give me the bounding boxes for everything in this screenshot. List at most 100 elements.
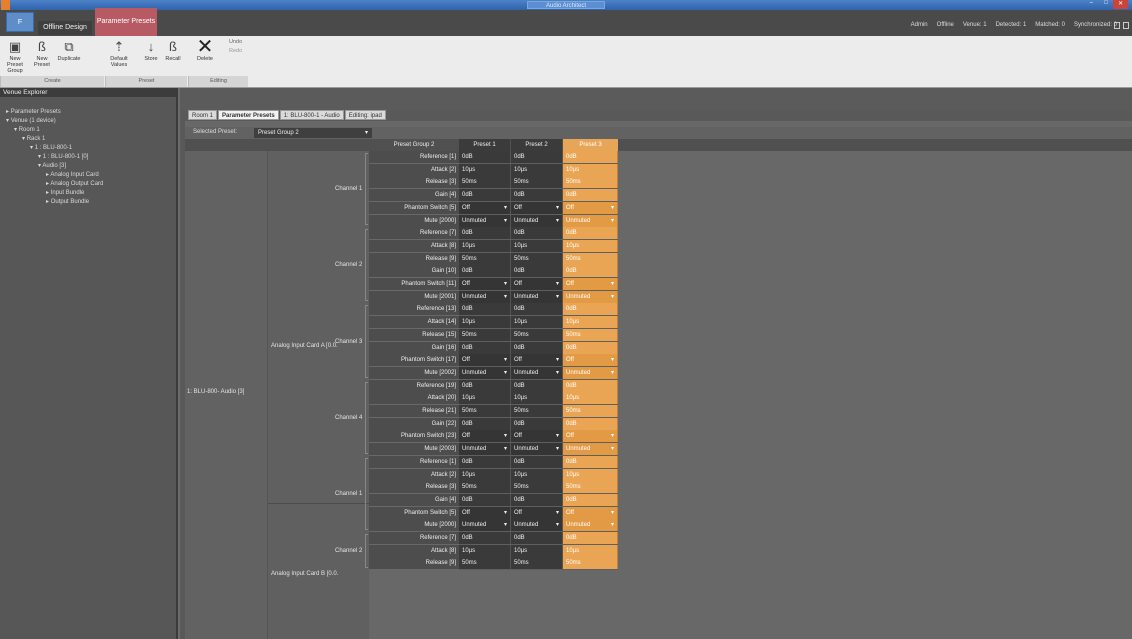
value-field[interactable]: 0dB bbox=[511, 417, 563, 430]
value-field[interactable]: 0dB bbox=[459, 455, 511, 468]
value-field[interactable]: 50ms bbox=[563, 481, 618, 494]
value-field[interactable]: 10µs bbox=[459, 468, 511, 481]
value-field[interactable]: 10µs bbox=[459, 163, 511, 176]
value-field[interactable]: 50ms bbox=[511, 328, 563, 341]
value-dropdown[interactable]: Off ▾ bbox=[459, 430, 511, 443]
doc-tab-parameter-presets[interactable]: Parameter Presets bbox=[218, 110, 279, 120]
value-dropdown[interactable]: Unmuted ▾ bbox=[459, 519, 511, 532]
value-dropdown[interactable]: Unmuted ▾ bbox=[459, 214, 511, 227]
value-field[interactable]: 0dB bbox=[563, 417, 618, 430]
value-field[interactable]: 50ms bbox=[511, 557, 563, 570]
value-field[interactable]: 50ms bbox=[563, 176, 618, 189]
value-field[interactable]: 0dB bbox=[563, 189, 618, 202]
delete-button[interactable]: ✕ Delete bbox=[192, 37, 218, 72]
value-field[interactable]: 10µs bbox=[511, 468, 563, 481]
value-field[interactable]: 50ms bbox=[511, 405, 563, 417]
value-dropdown[interactable]: Unmuted ▾ bbox=[563, 214, 618, 227]
value-field[interactable]: 0dB bbox=[563, 227, 618, 240]
value-field[interactable]: 50ms bbox=[459, 328, 511, 341]
value-dropdown[interactable]: Unmuted ▾ bbox=[511, 519, 563, 532]
tree-item[interactable]: ▸ Output Bundle bbox=[46, 198, 89, 207]
value-field[interactable]: 0dB bbox=[511, 341, 563, 354]
value-field[interactable]: 50ms bbox=[563, 405, 618, 417]
value-field[interactable]: 0dB bbox=[511, 189, 563, 202]
value-field[interactable]: 0dB bbox=[459, 341, 511, 354]
tab-parameter-presets[interactable]: Parameter Presets bbox=[95, 8, 157, 36]
value-dropdown[interactable]: Unmuted ▾ bbox=[459, 290, 511, 303]
value-field[interactable]: 0dB bbox=[459, 151, 511, 163]
recall-button[interactable]: ß Recall bbox=[160, 38, 186, 72]
value-dropdown[interactable]: Off ▾ bbox=[511, 430, 563, 443]
file-menu-button[interactable]: F bbox=[6, 12, 34, 32]
value-field[interactable]: 0dB bbox=[511, 455, 563, 468]
value-dropdown[interactable]: Off ▾ bbox=[459, 201, 511, 214]
value-dropdown[interactable]: Unmuted ▾ bbox=[511, 366, 563, 379]
value-field[interactable]: 0dB bbox=[511, 227, 563, 240]
value-field[interactable]: 50ms bbox=[511, 252, 563, 265]
value-dropdown[interactable]: Off ▾ bbox=[511, 278, 563, 290]
default-values-button[interactable]: ⇡ Default Values bbox=[106, 38, 132, 72]
value-field[interactable]: 0dB bbox=[459, 265, 511, 278]
value-field[interactable]: 0dB bbox=[459, 493, 511, 506]
value-field[interactable]: 0dB bbox=[511, 532, 563, 544]
value-field[interactable]: 50ms bbox=[459, 557, 511, 570]
value-field[interactable]: 10µs bbox=[563, 468, 618, 481]
value-field[interactable]: 0dB bbox=[563, 493, 618, 506]
value-field[interactable]: 0dB bbox=[563, 151, 618, 163]
value-field[interactable]: 50ms bbox=[511, 481, 563, 494]
value-dropdown[interactable]: Unmuted ▾ bbox=[459, 443, 511, 456]
value-field[interactable]: 50ms bbox=[563, 557, 618, 570]
app-icon[interactable] bbox=[1, 0, 10, 10]
value-field[interactable]: 0dB bbox=[459, 532, 511, 544]
value-field[interactable]: 10µs bbox=[459, 239, 511, 252]
value-dropdown[interactable]: Off ▾ bbox=[459, 354, 511, 367]
value-field[interactable]: 10µs bbox=[511, 316, 563, 329]
value-field[interactable]: 50ms bbox=[511, 176, 563, 189]
new-preset-group-button[interactable]: ▣ New Preset Group bbox=[2, 38, 28, 74]
doc-tab-room[interactable]: Room 1 bbox=[188, 110, 218, 120]
value-field[interactable]: 0dB bbox=[563, 532, 618, 544]
help-icon[interactable] bbox=[1123, 22, 1129, 29]
undo-button[interactable]: Undo bbox=[229, 39, 259, 45]
value-field[interactable]: 0dB bbox=[459, 303, 511, 316]
value-dropdown[interactable]: Unmuted ▾ bbox=[459, 366, 511, 379]
value-field[interactable]: 0dB bbox=[563, 379, 618, 392]
value-field[interactable]: 50ms bbox=[563, 252, 618, 265]
value-dropdown[interactable]: Off ▾ bbox=[563, 354, 618, 367]
value-dropdown[interactable]: Unmuted ▾ bbox=[511, 443, 563, 456]
value-field[interactable]: 0dB bbox=[563, 265, 618, 278]
tree-item[interactable]: ▾ Venue (1 device) bbox=[6, 117, 56, 126]
value-dropdown[interactable]: Unmuted ▾ bbox=[563, 290, 618, 303]
tree-item[interactable]: ▾ 1 : BLU-800-1 [0] bbox=[38, 153, 88, 162]
value-field[interactable]: 10µs bbox=[563, 163, 618, 176]
value-field[interactable]: 0dB bbox=[511, 379, 563, 392]
redo-button[interactable]: Redo bbox=[229, 48, 259, 54]
value-dropdown[interactable]: Off ▾ bbox=[459, 278, 511, 290]
value-field[interactable]: 0dB bbox=[459, 417, 511, 430]
value-field[interactable]: 10µs bbox=[511, 239, 563, 252]
value-field[interactable]: 0dB bbox=[459, 379, 511, 392]
value-dropdown[interactable]: Unmuted ▾ bbox=[511, 290, 563, 303]
value-dropdown[interactable]: Unmuted ▾ bbox=[563, 366, 618, 379]
value-field[interactable]: 10µs bbox=[459, 316, 511, 329]
value-dropdown[interactable]: Off ▾ bbox=[459, 506, 511, 519]
value-field[interactable]: 0dB bbox=[563, 303, 618, 316]
value-field[interactable]: 50ms bbox=[459, 481, 511, 494]
value-field[interactable]: 0dB bbox=[459, 189, 511, 202]
tree-item[interactable]: ▸ Analog Output Card bbox=[46, 180, 103, 189]
value-dropdown[interactable]: Off ▾ bbox=[511, 201, 563, 214]
value-field[interactable]: 10µs bbox=[563, 316, 618, 329]
value-field[interactable]: 0dB bbox=[511, 303, 563, 316]
tree-item[interactable]: ▾ Rack 1 bbox=[22, 135, 45, 144]
doc-tab-editing[interactable]: Editing: ipad bbox=[344, 110, 386, 120]
close-icon[interactable]: ✕ bbox=[1113, 0, 1129, 9]
value-dropdown[interactable]: Unmuted ▾ bbox=[511, 214, 563, 227]
tree-item[interactable]: ▾ Room 1 bbox=[14, 126, 40, 135]
value-field[interactable]: 50ms bbox=[459, 176, 511, 189]
selected-preset-dropdown[interactable]: Preset Group 2 ▾ bbox=[254, 128, 372, 138]
value-field[interactable]: 0dB bbox=[511, 493, 563, 506]
value-field[interactable]: 50ms bbox=[459, 405, 511, 417]
value-field[interactable]: 10µs bbox=[563, 239, 618, 252]
value-dropdown[interactable]: Off ▾ bbox=[511, 506, 563, 519]
tree-item[interactable]: ▸ Input Bundle bbox=[46, 189, 84, 198]
